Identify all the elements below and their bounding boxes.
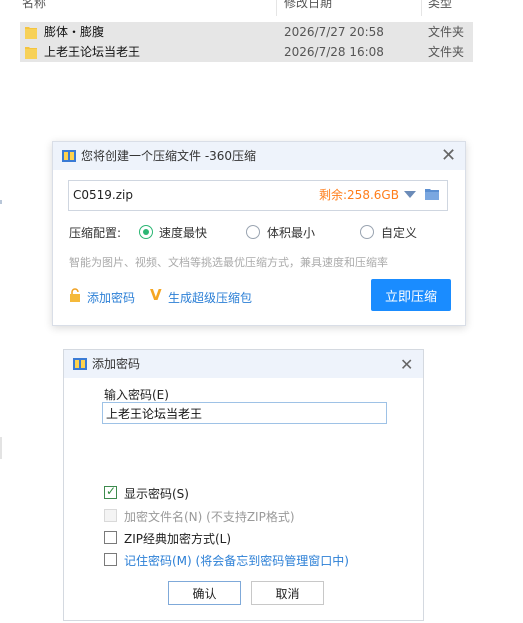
file-type: 文件夹 <box>428 25 465 39</box>
checkmark-icon: ✓ <box>106 484 117 498</box>
radio-custom[interactable] <box>360 225 374 239</box>
compress-hint-text: 智能为图片、视频、文档等挑选最优压缩方式，兼具速度和压缩率 <box>69 256 388 269</box>
password-input[interactable] <box>102 402 387 424</box>
column-divider[interactable] <box>421 0 422 16</box>
file-date: 2026/7/27 20:58 <box>284 25 384 39</box>
scroll-marker <box>0 437 2 459</box>
add-password-link[interactable]: 添加密码 <box>87 289 135 306</box>
file-name: 膨体・膨腹 <box>44 25 105 39</box>
compress-dialog-title: 您将创建一个压缩文件 -360压缩 <box>81 149 257 163</box>
lock-icon <box>70 288 80 302</box>
close-icon[interactable]: ✕ <box>441 147 456 165</box>
folder-icon <box>25 27 37 39</box>
v-badge-icon: V <box>150 286 162 304</box>
radio-fastest[interactable] <box>139 225 153 239</box>
column-header-name[interactable]: 名称 <box>22 0 46 12</box>
remember-password-checkbox[interactable] <box>104 553 117 566</box>
file-row[interactable]: 膨体・膨腹 2026/7/27 20:58 文件夹 <box>20 22 473 42</box>
scroll-marker <box>0 200 2 204</box>
password-dialog-title: 添加密码 <box>92 357 141 371</box>
file-date: 2026/7/28 16:08 <box>284 45 384 59</box>
compress-now-button[interactable]: 立即压缩 <box>371 279 451 311</box>
radio-smallest[interactable] <box>246 225 260 239</box>
zip-app-icon <box>73 358 87 370</box>
compress-dialog: 您将创建一个压缩文件 -360压缩 ✕ 剩余:258.6GB 压缩配置: 速度最… <box>52 141 466 326</box>
column-header-date[interactable]: 修改日期 <box>284 0 332 12</box>
close-icon[interactable]: ✕ <box>400 356 413 374</box>
archive-filename-input[interactable] <box>73 186 293 204</box>
super-zip-link[interactable]: 生成超级压缩包 <box>168 289 252 306</box>
column-divider[interactable] <box>276 0 277 16</box>
zip-classic-encryption-label[interactable]: ZIP经典加密方式(L) <box>124 530 231 547</box>
show-password-checkbox[interactable]: ✓ <box>104 484 117 499</box>
add-password-dialog: 添加密码 ✕ 输入密码(E) ✓ 显示密码(S) 加密文件名(N) (不支持ZI… <box>63 349 424 621</box>
free-space-label: 剩余:258.6GB <box>319 188 399 202</box>
encrypt-filename-checkbox <box>104 509 117 522</box>
radio-fastest-label[interactable]: 速度最快 <box>159 224 207 241</box>
ok-button[interactable]: 确认 <box>168 581 241 605</box>
zip-classic-encryption-checkbox[interactable] <box>104 531 117 544</box>
archive-path-field[interactable]: 剩余:258.6GB <box>68 180 448 211</box>
zip-app-icon <box>62 150 76 162</box>
encrypt-filename-label: 加密文件名(N) (不支持ZIP格式) <box>124 510 295 524</box>
file-name: 上老王论坛当老王 <box>44 45 141 59</box>
browse-folder-icon[interactable] <box>425 188 439 200</box>
password-field-label: 输入密码(E) <box>104 388 169 402</box>
compress-config-label: 压缩配置: <box>69 226 122 240</box>
show-password-label[interactable]: 显示密码(S) <box>124 485 189 502</box>
radio-smallest-label[interactable]: 体积最小 <box>267 224 315 241</box>
compress-dialog-titlebar[interactable]: 您将创建一个压缩文件 -360压缩 ✕ <box>53 142 465 170</box>
column-header-type[interactable]: 类型 <box>428 0 452 12</box>
file-row[interactable]: 上老王论坛当老王 2026/7/28 16:08 文件夹 <box>20 42 473 62</box>
folder-icon <box>25 47 37 59</box>
remember-password-label[interactable]: 记住密码(M) (将会备忘到密码管理窗口中) <box>124 552 349 569</box>
password-dialog-titlebar[interactable]: 添加密码 ✕ <box>64 350 423 378</box>
cancel-button[interactable]: 取消 <box>251 581 324 605</box>
radio-custom-label[interactable]: 自定义 <box>381 224 417 241</box>
dropdown-arrow-icon[interactable] <box>404 191 416 198</box>
file-type: 文件夹 <box>428 45 465 59</box>
